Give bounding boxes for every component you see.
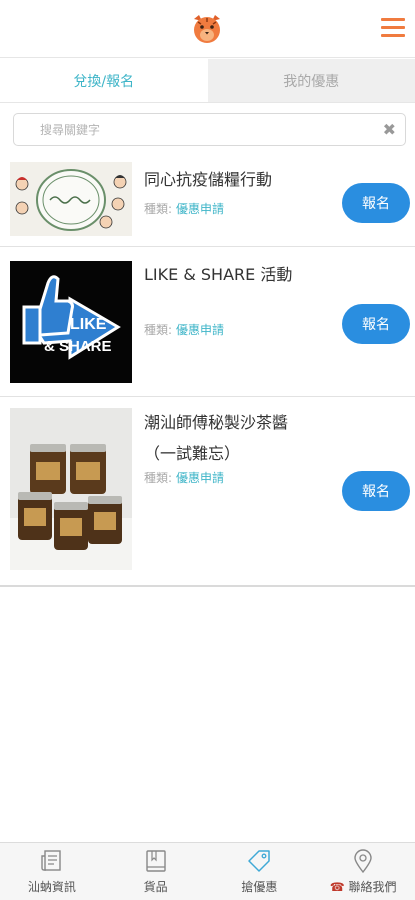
newspaper-icon [41,850,61,871]
nav-news[interactable]: 汕蚋資訊 [0,843,104,900]
category-value: 優惠申請 [176,202,225,216]
thumb-like-text: LIKE [70,316,107,333]
list-item[interactable]: 潮汕師傅秘製沙茶醬（一試難忘） 種類: 優惠申請 報名 [0,397,415,587]
category-value: 優惠申請 [176,471,225,485]
category-label: 種類: [144,202,173,216]
item-category: 種類: 優惠申請 [144,321,224,338]
search-input[interactable] [14,114,354,145]
category-label: 種類: [144,323,173,337]
item-image [10,408,132,570]
tab-redeem-register[interactable]: 兌換/報名 [0,59,208,102]
nav-label: 汕蚋資訊 [27,880,76,894]
item-image: LIKE & SHARE [10,261,132,383]
register-button[interactable]: 報名 [342,304,410,344]
category-label: 種類: [144,471,173,485]
nav-contact[interactable]: ☎ 聯絡我們 [311,843,415,900]
nav-contact-text: 聯絡我們 [348,880,397,894]
item-image [10,162,132,236]
list-item[interactable]: LIKE & SHARE LIKE & SHARE 活動 種類: 優惠申請 報名 [0,247,415,397]
bottom-navigation: 汕蚋資訊 貨品 搶優惠 ☎ 聯絡我們 [0,842,415,900]
search-box: ✖ [13,113,406,146]
item-category: 種類: 優惠申請 [144,469,224,486]
item-title: 同心抗疫儲糧行動 [144,170,273,189]
book-icon [145,850,166,872]
app-header [0,0,415,58]
nav-products[interactable]: 貨品 [104,843,208,900]
close-icon[interactable]: ✖ [383,121,396,139]
item-title: 潮汕師傅秘製沙茶醬（一試難忘） [144,413,289,463]
category-value: 優惠申請 [176,323,225,337]
thumb-share-text: & SHARE [44,338,112,355]
tag-icon [248,850,271,872]
tab-bar: 兌換/報名 我的優惠 [0,59,415,103]
location-pin-icon [354,849,372,874]
telephone-icon: ☎ [329,880,345,894]
register-button[interactable]: 報名 [342,183,410,223]
hamburger-menu-icon[interactable] [381,18,405,40]
register-button[interactable]: 報名 [342,471,410,511]
item-title: LIKE & SHARE 活動 [144,265,293,284]
nav-label: ☎ 聯絡我們 [330,878,397,895]
nav-label: 貨品 [143,880,168,894]
list-item[interactable]: 同心抗疫儲糧行動 種類: 優惠申請 報名 [0,152,415,247]
tiger-logo-icon[interactable] [190,13,224,45]
nav-deals[interactable]: 搶優惠 [208,843,312,900]
nav-label: 搶優惠 [241,880,278,894]
item-category: 種類: 優惠申請 [144,200,224,217]
offer-list: 同心抗疫儲糧行動 種類: 優惠申請 報名 LIKE & SHARE LIKE & … [0,152,415,587]
tab-my-offers[interactable]: 我的優惠 [207,59,415,102]
